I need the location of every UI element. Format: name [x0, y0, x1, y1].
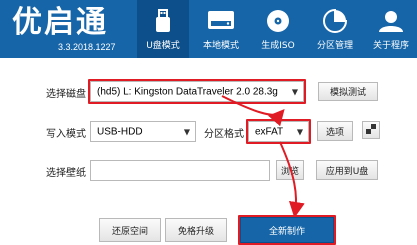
- restore-space-button[interactable]: 还原空间: [99, 218, 161, 242]
- arrow-to-create: [279, 141, 305, 218]
- upgrade-button[interactable]: 免格升级: [165, 218, 227, 242]
- arrow-to-format: [221, 95, 285, 127]
- annotation-arrows: [221, 95, 305, 218]
- create-button-highlight: [238, 215, 336, 245]
